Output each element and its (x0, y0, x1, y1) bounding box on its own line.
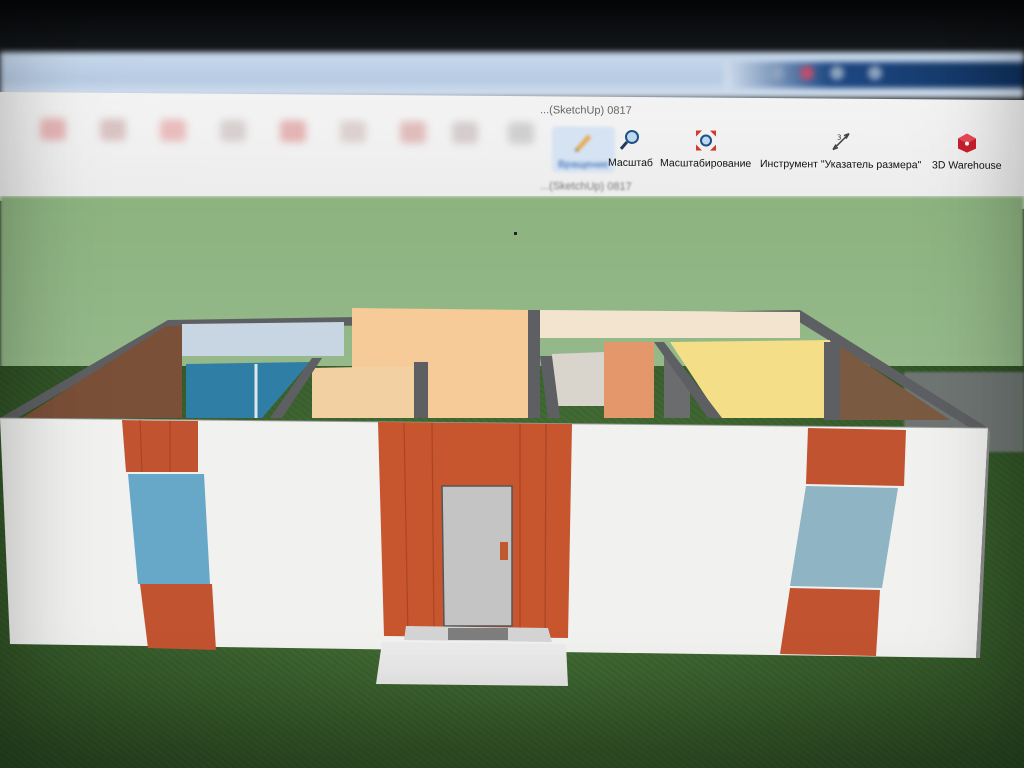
svg-text:3: 3 (837, 134, 841, 142)
partition-wall (824, 342, 840, 420)
room-left-wall (22, 326, 182, 418)
zoom-extents-icon (693, 127, 719, 153)
back-wall-right (540, 310, 800, 338)
main-toolbar: ...(SketchUp) 0817 Вращение Масштаб Масш… (0, 92, 1024, 210)
wood-cladding-right-top (806, 428, 906, 486)
window-titlebar (0, 52, 1024, 98)
back-wall-left (182, 322, 344, 356)
wood-cladding-right-bottom (780, 588, 880, 656)
warehouse-tool-label: 3D Warehouse (932, 159, 1002, 172)
blurred-toolbar-icons (0, 92, 560, 204)
room-center-small-wall (312, 366, 418, 418)
zoom-extents-tool-label: Масштабирование (660, 157, 752, 170)
bathroom-wall (604, 342, 654, 418)
partition-wall (528, 310, 540, 418)
warehouse-tool-button[interactable]: 3D Warehouse (932, 129, 1002, 172)
3d-viewport[interactable] (0, 196, 1024, 768)
door-mat (448, 628, 508, 640)
orbit-pencil-icon (570, 128, 596, 154)
wood-cladding-left-top (122, 420, 198, 472)
orbit-tool-button[interactable]: Вращение (552, 126, 615, 173)
partition-wall (414, 362, 428, 418)
document-filename-secondary: ...(SketchUp) 0817 (540, 180, 632, 193)
zoom-extents-tool-button[interactable]: Масштабирование (660, 127, 751, 170)
zoom-tool-label: Масштаб (608, 156, 653, 170)
warehouse-icon (954, 129, 980, 155)
entrance-porch (376, 642, 568, 686)
wood-cladding-left-bottom (140, 584, 216, 650)
window-right[interactable] (790, 486, 898, 588)
door-handle[interactable] (500, 542, 508, 560)
room-right-back-wall (670, 340, 830, 418)
dimension-tool-label: Инструмент "Указатель размера" (760, 157, 922, 172)
monitor-bezel (0, 0, 1024, 58)
dimension-tool-icon: 3 (828, 129, 854, 155)
window-control-icon[interactable] (868, 66, 882, 80)
window-control-icon[interactable] (800, 66, 814, 80)
window-control-icon[interactable] (830, 66, 844, 80)
bathroom-tile (552, 352, 604, 406)
orbit-tool-label: Вращение (558, 158, 609, 171)
dimension-tool-button[interactable]: 3 Инструмент "Указатель размера" (760, 128, 921, 171)
room-right-side-wall (840, 346, 950, 420)
magnifier-icon (617, 127, 643, 153)
zoom-tool-button[interactable]: Масштаб (608, 127, 653, 169)
window-left[interactable] (128, 474, 210, 584)
house-model[interactable] (0, 196, 1024, 768)
window-control-icon[interactable] (770, 66, 784, 80)
